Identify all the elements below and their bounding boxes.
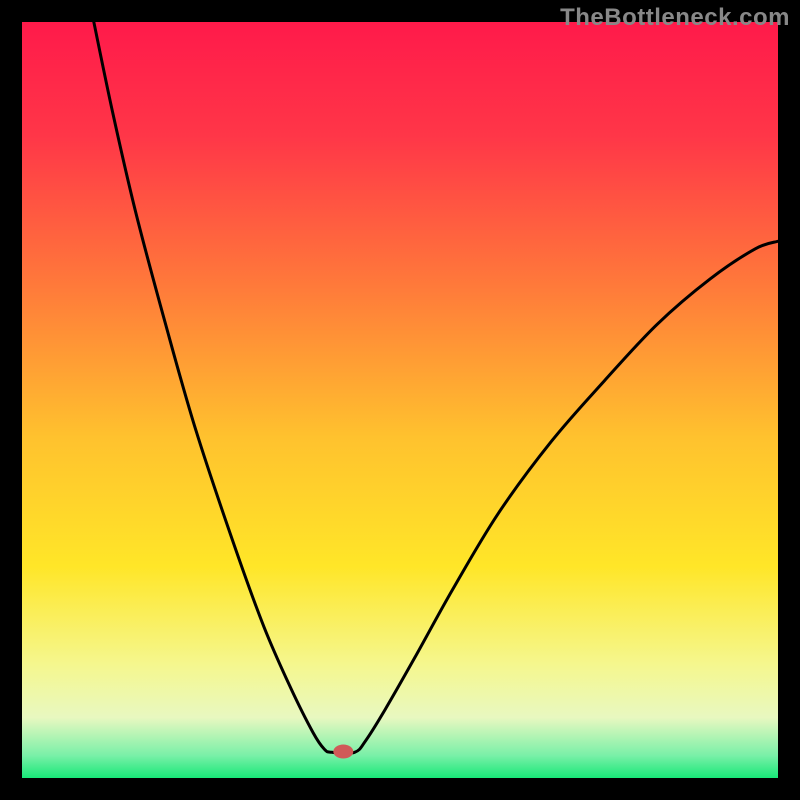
min-marker bbox=[333, 745, 353, 759]
watermark-text: TheBottleneck.com bbox=[560, 4, 790, 32]
plot-background bbox=[22, 22, 778, 778]
bottleneck-chart bbox=[0, 0, 800, 800]
plot-area bbox=[0, 0, 800, 800]
chart-container: TheBottleneck.com bbox=[0, 0, 800, 800]
